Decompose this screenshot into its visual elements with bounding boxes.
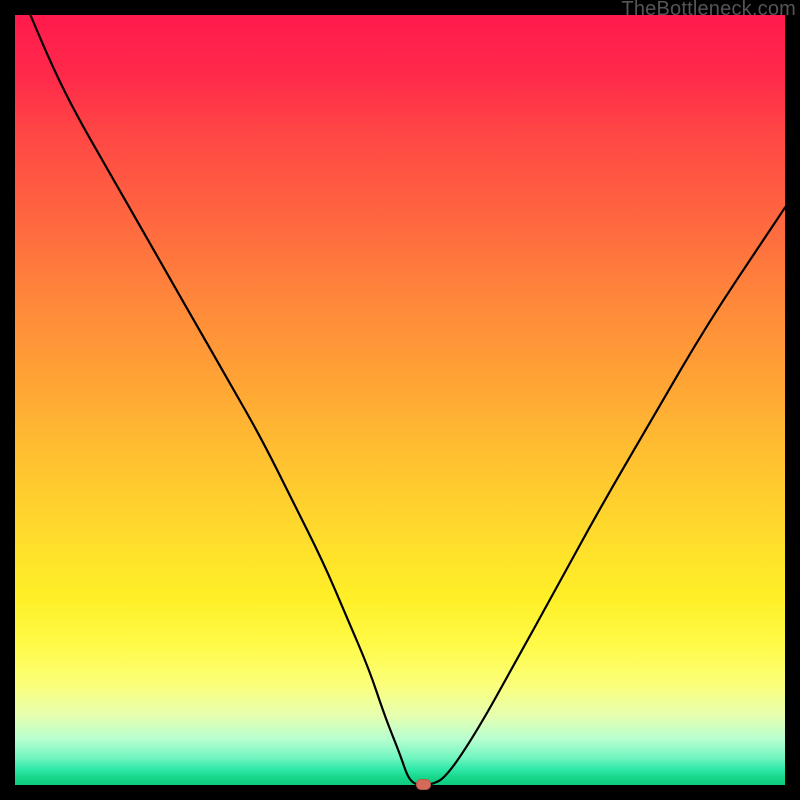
bottleneck-curve [30, 15, 785, 785]
watermark: TheBottleneck.com [621, 0, 796, 21]
curve-svg [15, 15, 785, 785]
plot-area [15, 15, 785, 785]
optimal-point-marker [416, 779, 431, 790]
bottleneck-chart: TheBottleneck.com [0, 0, 800, 800]
